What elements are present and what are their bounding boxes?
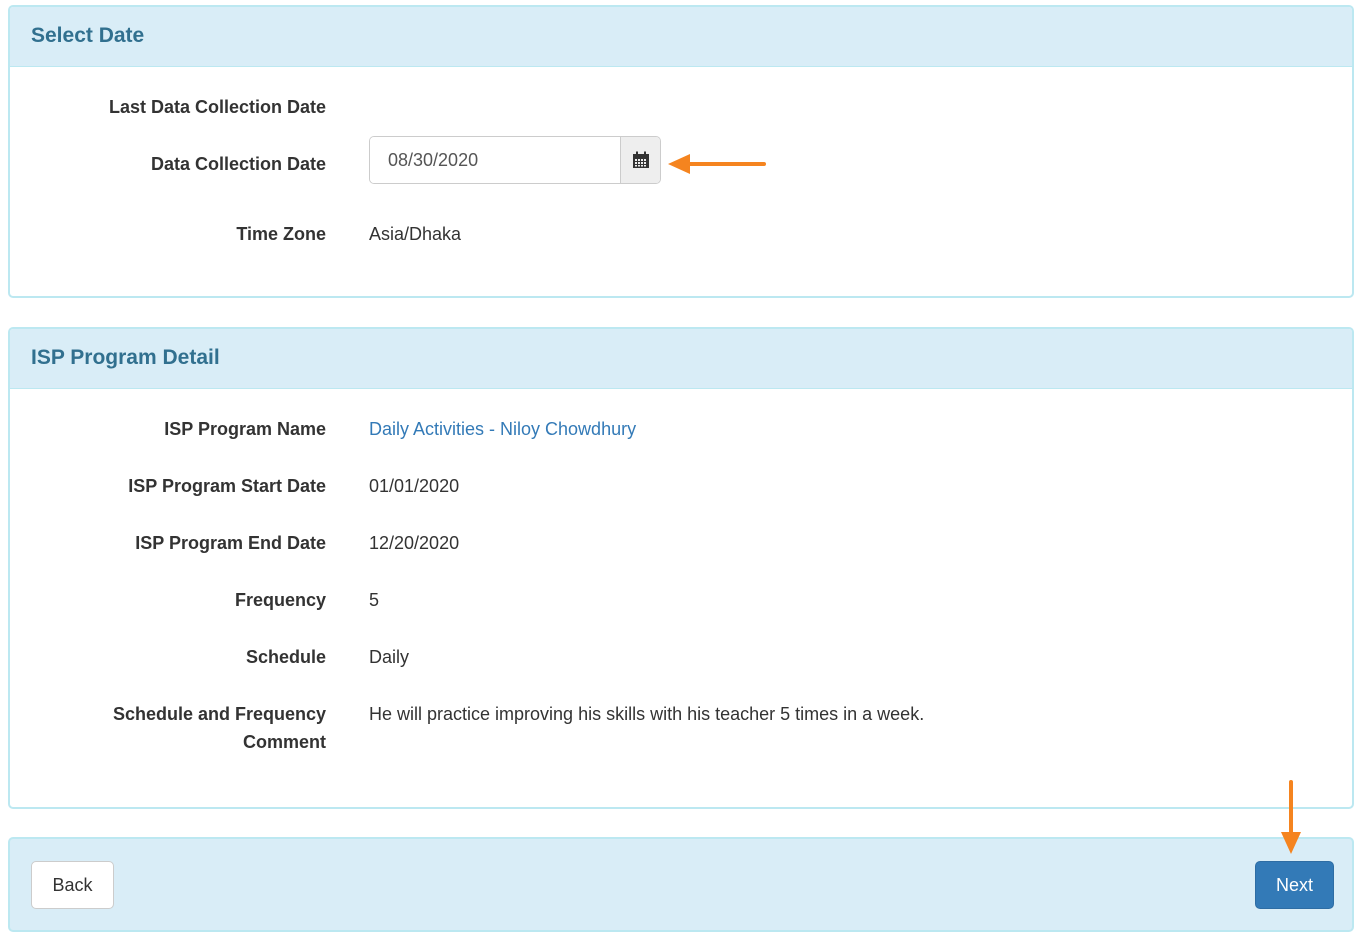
arrow-icon [668, 154, 766, 174]
last-collection-label: Last Data Collection Date [108, 97, 326, 117]
select-date-panel: Select Date Last Data Collection Date Da… [8, 5, 1354, 298]
program-end-label: ISP Program End Date [135, 533, 326, 553]
program-start-label: ISP Program Start Date [128, 476, 326, 496]
back-button[interactable]: Back [31, 861, 114, 909]
program-detail-panel: ISP Program Detail ISP Program Name Dail… [8, 327, 1354, 809]
program-start-value: 01/01/2020 [369, 476, 460, 496]
schedule-label: Schedule [245, 647, 326, 667]
program-name-label: ISP Program Name [164, 419, 326, 439]
frequency-value: 5 [369, 590, 380, 610]
program-end-value: 12/20/2020 [369, 533, 460, 553]
timezone-label: Time Zone [236, 224, 326, 244]
footer-panel: Back Next [8, 837, 1354, 932]
program-name-link[interactable]: Daily Activities - Niloy Chowdhury [369, 415, 636, 443]
schedule-value: Daily [369, 647, 410, 667]
comment-label-line1: Schedule and Frequency [112, 704, 326, 724]
frequency-label: Frequency [234, 590, 326, 610]
calendar-icon [632, 151, 649, 168]
calendar-button[interactable] [620, 137, 660, 183]
collection-date-label: Data Collection Date [150, 154, 326, 174]
timezone-value: Asia/Dhaka [369, 224, 462, 244]
comment-label-line2: Comment [242, 732, 326, 752]
program-detail-heading: ISP Program Detail [10, 329, 1352, 389]
collection-date-picker [369, 136, 661, 184]
next-button[interactable]: Next [1255, 861, 1334, 909]
comment-label: Schedule and Frequency Comment [10, 700, 326, 756]
comment-value: He will practice improving his skills wi… [369, 704, 925, 724]
arrow-icon [1281, 780, 1301, 854]
select-date-heading: Select Date [10, 7, 1352, 67]
collection-date-input[interactable] [370, 137, 620, 183]
